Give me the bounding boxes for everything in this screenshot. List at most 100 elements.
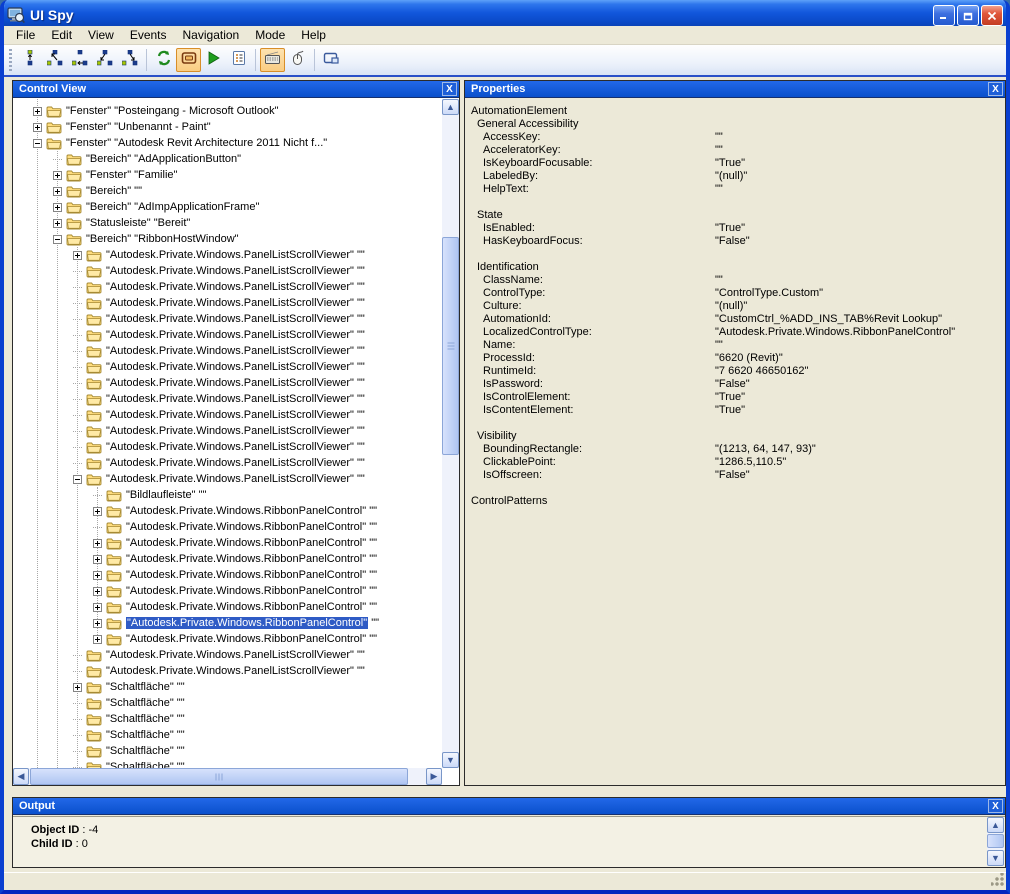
tree-row[interactable]: "Schaltfläche" "" — [13, 743, 442, 759]
expand-plus-icon[interactable] — [53, 203, 62, 212]
tree-row[interactable]: "Autodesk.Private.Windows.RibbonPanelCon… — [13, 583, 442, 599]
tree-row[interactable]: "Autodesk.Private.Windows.RibbonPanelCon… — [13, 551, 442, 567]
expand-plus-icon[interactable] — [93, 619, 102, 628]
tree-row[interactable]: "Autodesk.Private.Windows.PanelListScrol… — [13, 279, 442, 295]
tree-row[interactable]: "Autodesk.Private.Windows.PanelListScrol… — [13, 423, 442, 439]
scroll-up-icon[interactable]: ▲ — [987, 817, 1004, 833]
keyboard-focus-toggle-button[interactable] — [260, 48, 285, 72]
tree-row[interactable]: "Statusleiste" "Bereit" — [13, 215, 442, 231]
expand-plus-icon[interactable] — [53, 187, 62, 196]
minimize-button[interactable] — [933, 5, 955, 26]
menu-help[interactable]: Help — [293, 26, 334, 44]
expand-plus-icon[interactable] — [93, 587, 102, 596]
tree-row-selected[interactable]: "Autodesk.Private.Windows.RibbonPanelCon… — [13, 615, 442, 631]
nav-next-sibling-button[interactable] — [117, 48, 142, 72]
menu-file[interactable]: File — [8, 26, 43, 44]
resize-grip-icon[interactable] — [991, 873, 1004, 886]
tree-row[interactable]: "Autodesk.Private.Windows.PanelListScrol… — [13, 439, 442, 455]
scroll-left-icon[interactable]: ◀ — [13, 768, 29, 785]
highlight-toggle-button[interactable] — [176, 48, 201, 72]
menu-navigation[interactable]: Navigation — [175, 26, 248, 44]
tree-vscroll-thumb[interactable] — [442, 237, 459, 455]
tree-horizontal-scrollbar[interactable]: ◀ ▶ — [13, 768, 442, 785]
tree-row[interactable]: "Bereich" "AdImpApplicationFrame" — [13, 199, 442, 215]
tree-row[interactable]: "Autodesk.Private.Windows.PanelListScrol… — [13, 455, 442, 471]
expand-plus-icon[interactable] — [53, 219, 62, 228]
output-close-icon[interactable]: X — [988, 799, 1003, 813]
expand-plus-icon[interactable] — [93, 571, 102, 580]
refresh-button[interactable] — [151, 48, 176, 72]
expand-plus-icon[interactable] — [73, 683, 82, 692]
expand-plus-icon[interactable] — [93, 539, 102, 548]
tree-row[interactable]: "Autodesk.Private.Windows.PanelListScrol… — [13, 391, 442, 407]
close-icon[interactable] — [981, 5, 1003, 26]
nav-previous-sibling-button[interactable] — [67, 48, 92, 72]
tree-row[interactable]: "Fenster" "Familie" — [13, 167, 442, 183]
expand-plus-icon[interactable] — [33, 123, 42, 132]
tree-row[interactable]: "Bereich" "RibbonHostWindow" — [13, 231, 442, 247]
tree-row[interactable]: "Bildlaufleiste" "" — [13, 487, 442, 503]
tree-row[interactable]: "Schaltfläche" "" — [13, 711, 442, 727]
menu-mode[interactable]: Mode — [247, 26, 293, 44]
tree-row[interactable]: "Autodesk.Private.Windows.PanelListScrol… — [13, 471, 442, 487]
tree-row[interactable]: "Autodesk.Private.Windows.RibbonPanelCon… — [13, 567, 442, 583]
tree-row[interactable]: "Autodesk.Private.Windows.PanelListScrol… — [13, 375, 442, 391]
tree-row[interactable]: "Autodesk.Private.Windows.RibbonPanelCon… — [13, 631, 442, 647]
tree-row[interactable]: "Schaltfläche" "" — [13, 727, 442, 743]
nav-updown-button[interactable] — [17, 48, 42, 72]
expand-plus-icon[interactable] — [93, 603, 102, 612]
tree-hscroll-thumb[interactable] — [30, 768, 408, 785]
tree-vertical-scrollbar[interactable]: ▲ ▼ — [442, 99, 459, 768]
expand-plus-icon[interactable] — [93, 555, 102, 564]
focus-rectangle-button[interactable] — [319, 48, 344, 72]
tree-row[interactable]: "Bereich" "AdApplicationButton" — [13, 151, 442, 167]
tree-row[interactable]: "Autodesk.Private.Windows.PanelListScrol… — [13, 295, 442, 311]
collapse-minus-icon[interactable] — [33, 139, 42, 148]
scroll-right-icon[interactable]: ▶ — [426, 768, 442, 785]
nav-first-child-button[interactable] — [92, 48, 117, 72]
expand-plus-icon[interactable] — [53, 171, 62, 180]
collapse-minus-icon[interactable] — [53, 235, 62, 244]
expand-plus-icon[interactable] — [93, 635, 102, 644]
tree-row[interactable]: "Autodesk.Private.Windows.PanelListScrol… — [13, 663, 442, 679]
tree-row[interactable]: "Autodesk.Private.Windows.PanelListScrol… — [13, 311, 442, 327]
output-vscroll-thumb[interactable] — [987, 834, 1004, 848]
report-button[interactable] — [226, 48, 251, 72]
tree-row[interactable]: "Autodesk.Private.Windows.RibbonPanelCon… — [13, 535, 442, 551]
menu-events[interactable]: Events — [122, 26, 175, 44]
scroll-down-icon[interactable]: ▼ — [987, 850, 1004, 866]
expand-plus-icon[interactable] — [93, 507, 102, 516]
collapse-minus-icon[interactable] — [73, 475, 82, 484]
play-button[interactable] — [201, 48, 226, 72]
scroll-down-icon[interactable]: ▼ — [442, 752, 459, 768]
tree-row[interactable]: "Autodesk.Private.Windows.PanelListScrol… — [13, 407, 442, 423]
nav-parent-button[interactable] — [42, 48, 67, 72]
tree-row[interactable]: "Autodesk.Private.Windows.PanelListScrol… — [13, 247, 442, 263]
tree-row[interactable]: "Schaltfläche" "" — [13, 679, 442, 695]
expand-plus-icon[interactable] — [33, 107, 42, 116]
tree-row[interactable]: "Fenster" "Unbenannt - Paint" — [13, 119, 442, 135]
tree-row[interactable]: "Bereich" "" — [13, 183, 442, 199]
tree-row[interactable]: "Autodesk.Private.Windows.PanelListScrol… — [13, 327, 442, 343]
tree-row[interactable]: "Autodesk.Private.Windows.PanelListScrol… — [13, 263, 442, 279]
restore-button[interactable] — [957, 5, 979, 26]
scroll-up-icon[interactable]: ▲ — [442, 99, 459, 115]
expand-plus-icon[interactable] — [73, 251, 82, 260]
tree-row[interactable]: "Autodesk.Private.Windows.RibbonPanelCon… — [13, 519, 442, 535]
tree-row[interactable]: "Autodesk.Private.Windows.RibbonPanelCon… — [13, 503, 442, 519]
menu-view[interactable]: View — [80, 26, 122, 44]
control-view-close-icon[interactable]: X — [442, 82, 457, 96]
properties-close-icon[interactable]: X — [988, 82, 1003, 96]
tree-row[interactable]: "Autodesk.Private.Windows.PanelListScrol… — [13, 647, 442, 663]
tree-row[interactable]: "Autodesk.Private.Windows.PanelListScrol… — [13, 343, 442, 359]
mouse-cursor-button[interactable] — [285, 48, 310, 72]
menu-edit[interactable]: Edit — [43, 26, 80, 44]
tree-row[interactable]: "Schaltfläche" "" — [13, 695, 442, 711]
tree-row[interactable]: "Fenster" "Posteingang - Microsoft Outlo… — [13, 103, 442, 119]
output-vertical-scrollbar[interactable]: ▲ ▼ — [987, 817, 1004, 866]
tree-row[interactable]: "Autodesk.Private.Windows.RibbonPanelCon… — [13, 599, 442, 615]
tree-row[interactable]: "Schaltfläche" "" — [13, 759, 442, 768]
tree-row[interactable]: "Fenster" "Autodesk Revit Architecture 2… — [13, 135, 442, 151]
toolbar-grip[interactable] — [7, 49, 14, 71]
tree-row[interactable]: "Autodesk.Private.Windows.PanelListScrol… — [13, 359, 442, 375]
